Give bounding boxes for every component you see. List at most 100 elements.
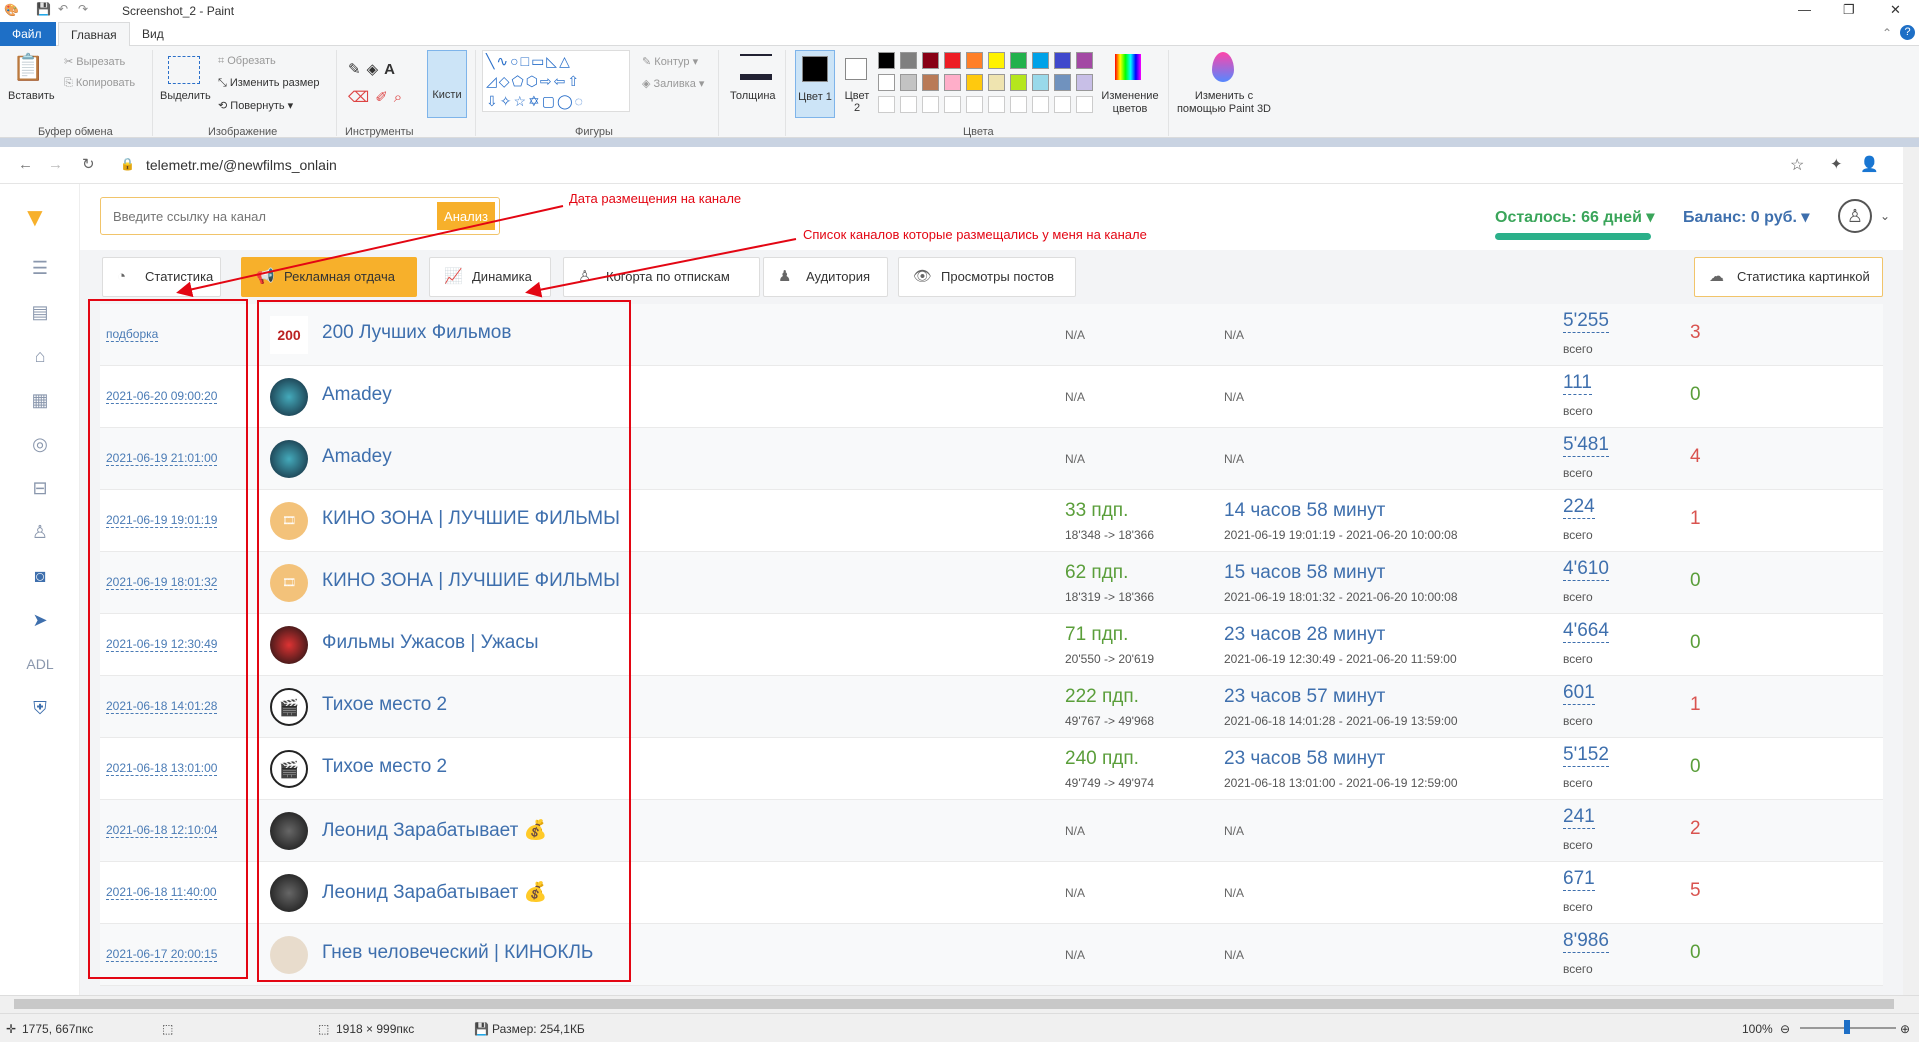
forward-icon[interactable]: → xyxy=(48,156,63,173)
sidebar-instagram-icon[interactable]: ◙ xyxy=(28,566,52,590)
palette-swatch[interactable] xyxy=(1054,74,1071,91)
tab-view[interactable]: Вид xyxy=(130,22,176,46)
analyze-button[interactable]: Анализ xyxy=(437,202,495,230)
palette-swatch[interactable] xyxy=(1032,52,1049,69)
palette-swatch[interactable] xyxy=(966,74,983,91)
sidebar-telegram-icon[interactable]: ➤ xyxy=(28,610,52,634)
custom-color-slot[interactable] xyxy=(966,96,983,113)
sidebar-archive-icon[interactable]: ▦ xyxy=(28,390,52,414)
reload-icon[interactable]: ↻ xyxy=(82,155,95,173)
custom-color-slot[interactable] xyxy=(1054,96,1071,113)
sidebar-list-icon[interactable]: ☰ xyxy=(28,258,52,282)
custom-color-slot[interactable] xyxy=(944,96,961,113)
maximize-button[interactable]: ❐ xyxy=(1843,2,1855,18)
views-link[interactable]: 224 xyxy=(1563,496,1595,519)
user-avatar[interactable]: ♙ xyxy=(1838,199,1872,233)
views-link[interactable]: 5'255 xyxy=(1563,310,1609,333)
tab-ad-return[interactable]: 📢 Рекламная отдача xyxy=(241,257,417,297)
zoom-out-button[interactable]: ⊖ xyxy=(1780,1022,1790,1036)
sidebar-adl[interactable]: ADL xyxy=(24,656,56,680)
copy-button[interactable]: ⎘ Копировать xyxy=(64,77,135,90)
brushes-button[interactable]: Кисти xyxy=(427,50,467,118)
zoom-slider-thumb[interactable] xyxy=(1844,1020,1850,1034)
views-link[interactable]: 5'481 xyxy=(1563,434,1609,457)
views-link[interactable]: 8'986 xyxy=(1563,930,1609,953)
sidebar-tag-icon[interactable]: ⌂ xyxy=(28,346,52,370)
views-link[interactable]: 601 xyxy=(1563,682,1595,705)
palette-swatch[interactable] xyxy=(922,74,939,91)
url-field[interactable]: telemetr.me/@newfilms_onlain xyxy=(146,157,337,173)
palette-swatch[interactable] xyxy=(988,52,1005,69)
tab-cohort[interactable]: ♙ Когорта по отпискам xyxy=(563,257,760,297)
tab-home[interactable]: Главная xyxy=(58,22,130,46)
profile-icon[interactable]: 👤 xyxy=(1860,155,1879,173)
thickness-button[interactable]: Толщина xyxy=(730,90,776,102)
stats-image-button[interactable]: ☁ Статистика картинкой xyxy=(1694,257,1883,297)
vertical-scrollbar[interactable] xyxy=(1903,147,1919,995)
paste-icon[interactable]: 📋 xyxy=(12,52,44,83)
thickness-icon[interactable] xyxy=(740,54,772,80)
user-menu-chevron-icon[interactable]: ⌄ xyxy=(1880,209,1890,223)
sidebar-shield-icon[interactable]: ⛨ xyxy=(28,698,52,722)
bookmark-star-icon[interactable]: ☆ xyxy=(1790,155,1804,175)
channel-search-input[interactable] xyxy=(101,198,431,234)
extensions-icon[interactable]: ✦ xyxy=(1830,155,1843,173)
palette-swatch[interactable] xyxy=(878,74,895,91)
back-icon[interactable]: ← xyxy=(18,156,33,173)
tab-audience[interactable]: ♟ Аудитория xyxy=(763,257,888,297)
palette-swatch[interactable] xyxy=(944,52,961,69)
palette-swatch[interactable] xyxy=(878,52,895,69)
balance-dropdown[interactable]: Баланс: 0 руб. ▾ xyxy=(1683,207,1809,227)
sidebar-inbox-icon[interactable]: ⊟ xyxy=(28,478,52,502)
palette-swatch[interactable] xyxy=(900,74,917,91)
tab-file[interactable]: Файл xyxy=(0,22,56,46)
palette-swatch[interactable] xyxy=(1076,52,1093,69)
rotate-button[interactable]: ⟲ Повернуть ▾ xyxy=(218,99,293,112)
views-link[interactable]: 4'610 xyxy=(1563,558,1609,581)
telemetr-logo[interactable]: ▼ xyxy=(22,202,48,232)
tab-statistics[interactable]: ◔ Статистика xyxy=(102,257,221,297)
fill-button[interactable]: ◈ Заливка ▾ xyxy=(642,77,704,90)
select-icon[interactable] xyxy=(168,56,200,84)
palette-swatch[interactable] xyxy=(966,52,983,69)
views-link[interactable]: 4'664 xyxy=(1563,620,1609,643)
palette-swatch[interactable] xyxy=(988,74,1005,91)
shapes-gallery[interactable]: ╲∿○□▭◺△ ◿◇⬠⬡⇨⇦⇧ ⇩✧☆✡▢◯◌ xyxy=(482,50,630,112)
horizontal-scroll-thumb[interactable] xyxy=(14,999,1894,1009)
custom-color-slot[interactable] xyxy=(1076,96,1093,113)
custom-color-slot[interactable] xyxy=(1010,96,1027,113)
palette-swatch[interactable] xyxy=(1054,52,1071,69)
save-icon[interactable]: 💾 xyxy=(36,2,51,16)
palette-swatch[interactable] xyxy=(1076,74,1093,91)
views-link[interactable]: 671 xyxy=(1563,868,1595,891)
tab-dynamics[interactable]: 📈 Динамика xyxy=(429,257,551,297)
outline-button[interactable]: ✎ Контур ▾ xyxy=(642,55,698,68)
palette-swatch[interactable] xyxy=(1032,74,1049,91)
palette-swatch[interactable] xyxy=(1010,74,1027,91)
palette-swatch[interactable] xyxy=(944,74,961,91)
resize-button[interactable]: ⤡ Изменить размер xyxy=(218,77,320,90)
redo-icon[interactable]: ↷ xyxy=(78,2,88,16)
views-link[interactable]: 241 xyxy=(1563,806,1595,829)
edit-colors-button[interactable]: Изменение цветов xyxy=(1098,90,1162,116)
zoom-in-button[interactable]: ⊕ xyxy=(1900,1022,1910,1036)
sidebar-catalog-icon[interactable]: ▤ xyxy=(28,302,52,326)
collapse-ribbon-icon[interactable]: ⌃ xyxy=(1882,26,1892,40)
sidebar-user-icon[interactable]: ♙ xyxy=(28,522,52,546)
palette-swatch[interactable] xyxy=(900,52,917,69)
select-button[interactable]: Выделить xyxy=(160,90,211,102)
close-button[interactable]: ✕ xyxy=(1890,2,1901,18)
tools-row2[interactable]: ⌫✐⌕ xyxy=(348,88,408,106)
custom-color-slot[interactable] xyxy=(988,96,1005,113)
palette-swatch[interactable] xyxy=(922,52,939,69)
paint3d-button[interactable]: Изменить с помощью Paint 3D xyxy=(1172,90,1276,116)
views-link[interactable]: 111 xyxy=(1563,372,1592,395)
custom-color-slot[interactable] xyxy=(878,96,895,113)
tools-row1[interactable]: ✎◈A xyxy=(348,60,401,78)
help-icon[interactable]: ? xyxy=(1900,25,1915,40)
custom-color-slot[interactable] xyxy=(922,96,939,113)
tab-post-views[interactable]: 👁 Просмотры постов xyxy=(898,257,1076,297)
sidebar-globe-icon[interactable]: ◎ xyxy=(28,434,52,458)
palette-swatch[interactable] xyxy=(1010,52,1027,69)
views-link[interactable]: 5'152 xyxy=(1563,744,1609,767)
